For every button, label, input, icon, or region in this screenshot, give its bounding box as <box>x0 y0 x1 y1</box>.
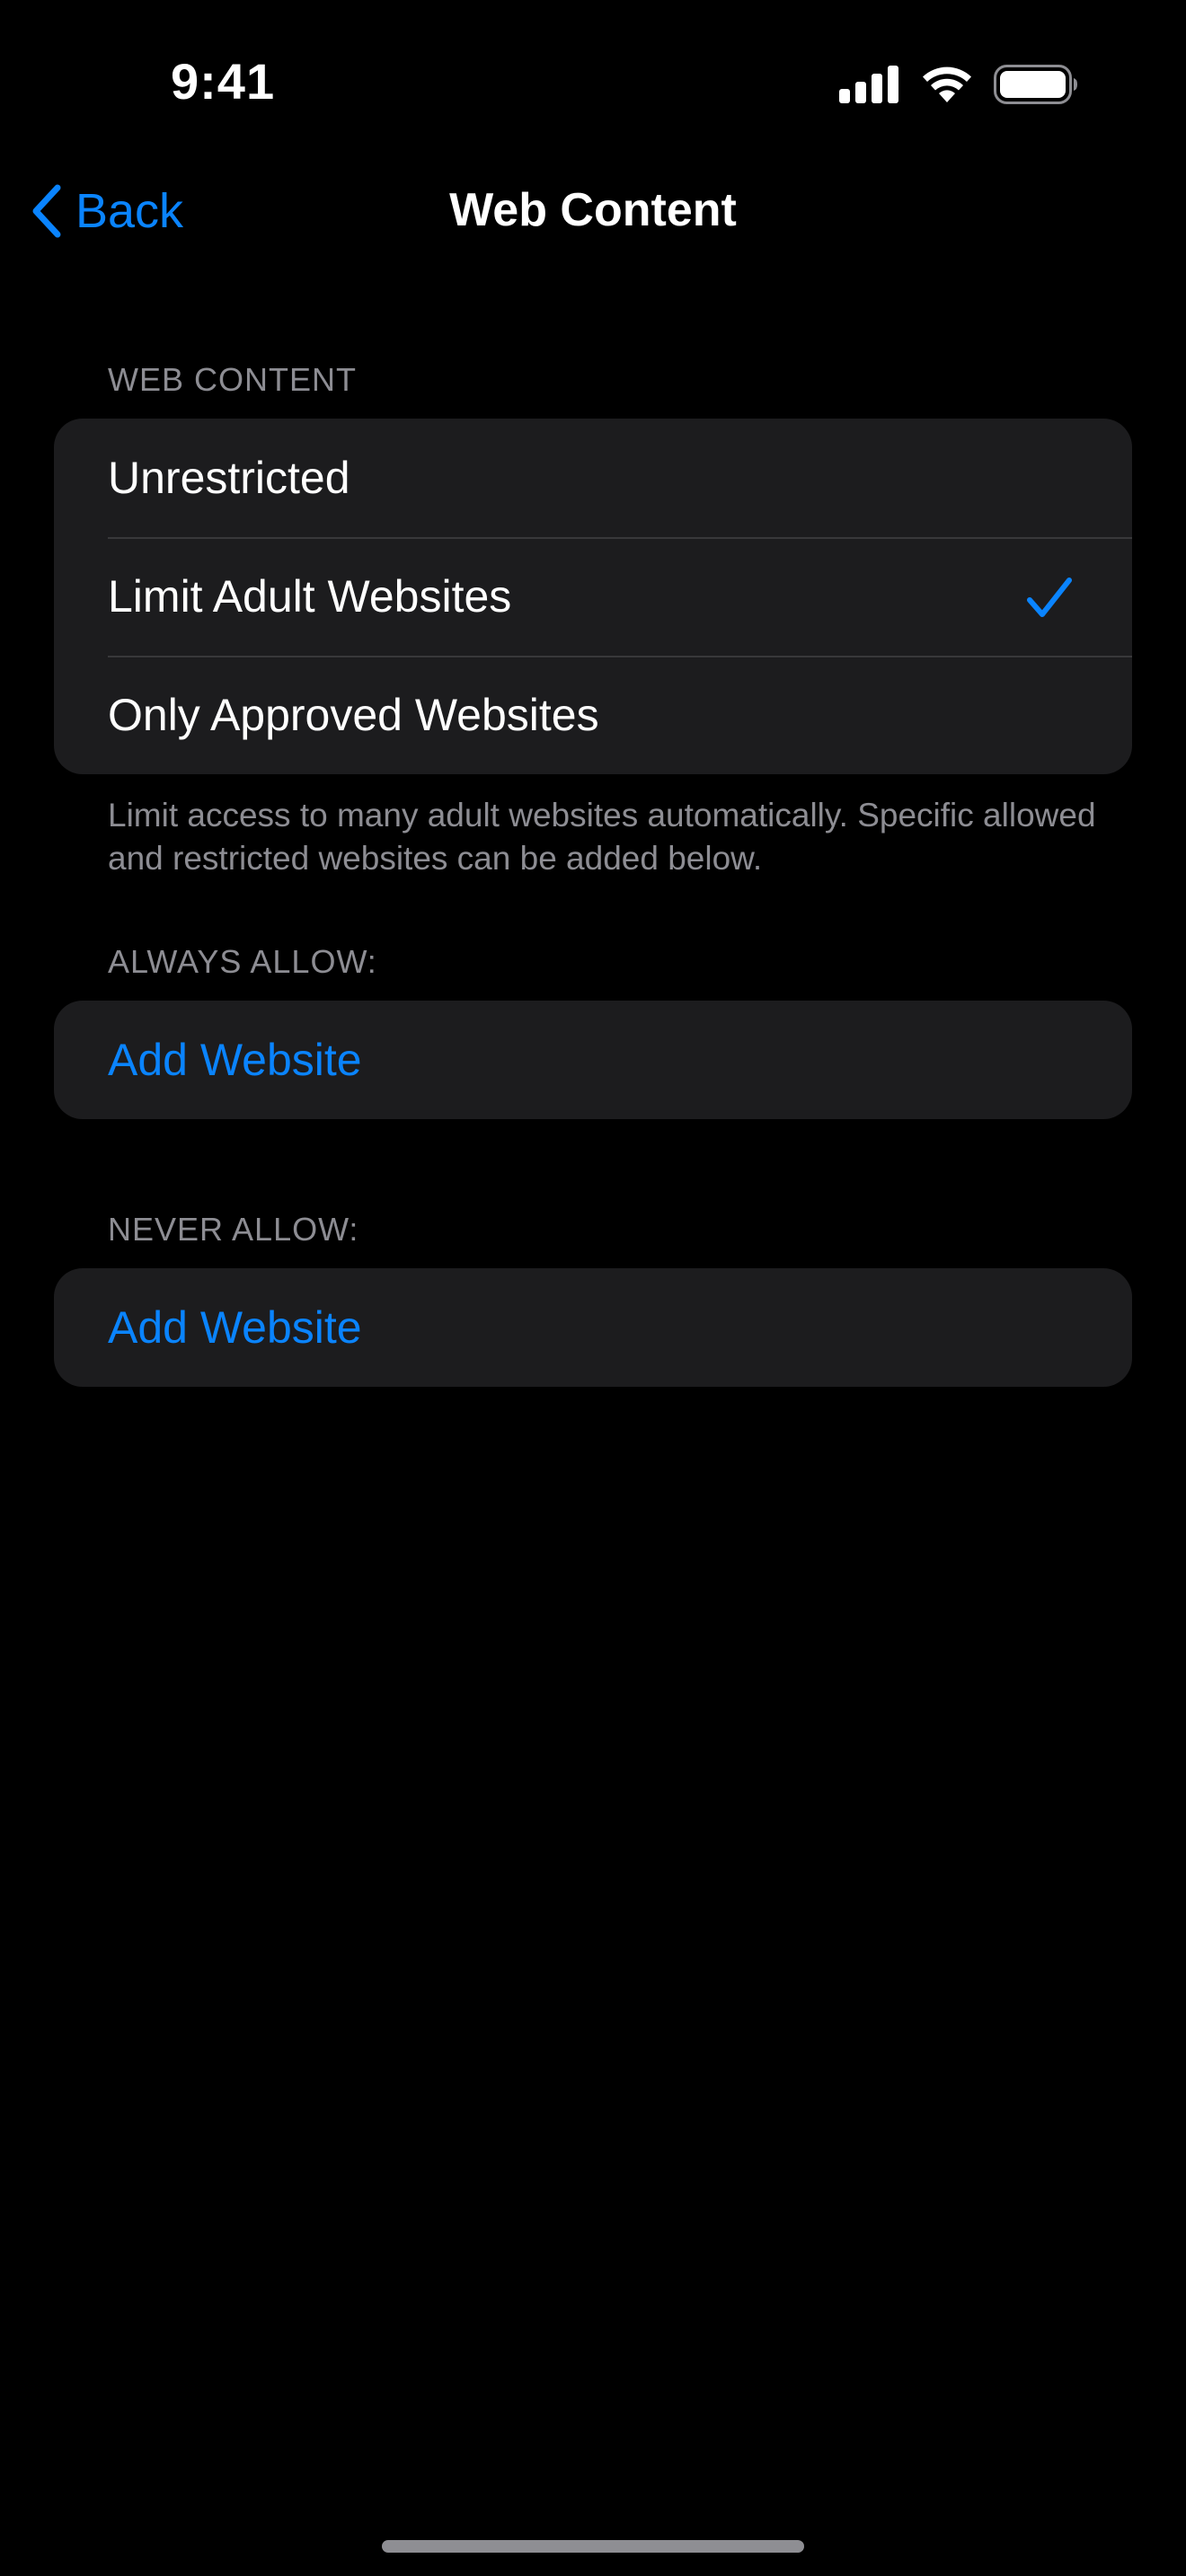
status-icons <box>839 63 1078 106</box>
never-allow-add-website-button[interactable]: Add Website <box>54 1268 1132 1387</box>
always-allow-section-header: ALWAYS ALLOW: <box>108 943 377 980</box>
status-time: 9:41 <box>171 53 276 110</box>
always-allow-add-website-button[interactable]: Add Website <box>54 1001 1132 1119</box>
never-allow-section-header: NEVER ALLOW: <box>108 1211 359 1248</box>
web-content-section-header: WEB CONTENT <box>108 361 357 398</box>
home-indicator[interactable] <box>382 2540 804 2553</box>
battery-icon <box>994 65 1077 104</box>
web-content-options-card: Unrestricted Limit Adult Websites Only A… <box>54 419 1132 774</box>
option-label: Limit Adult Websites <box>108 571 512 622</box>
web-content-footer: Limit access to many adult websites auto… <box>108 797 1096 877</box>
add-website-label: Add Website <box>108 1302 362 1353</box>
option-unrestricted[interactable]: Unrestricted <box>54 419 1132 537</box>
wifi-icon <box>923 66 971 102</box>
option-label: Only Approved Websites <box>108 690 599 740</box>
page-title: Web Content <box>449 184 737 236</box>
never-allow-card: Add Website <box>54 1268 1132 1387</box>
option-only-approved-websites[interactable]: Only Approved Websites <box>54 656 1132 774</box>
signal-icon <box>839 66 898 103</box>
add-website-label: Add Website <box>108 1035 362 1085</box>
checkmark-icon <box>1027 578 1072 617</box>
option-label: Unrestricted <box>108 453 350 503</box>
option-limit-adult-websites[interactable]: Limit Adult Websites <box>54 537 1132 656</box>
always-allow-card: Add Website <box>54 1001 1132 1119</box>
